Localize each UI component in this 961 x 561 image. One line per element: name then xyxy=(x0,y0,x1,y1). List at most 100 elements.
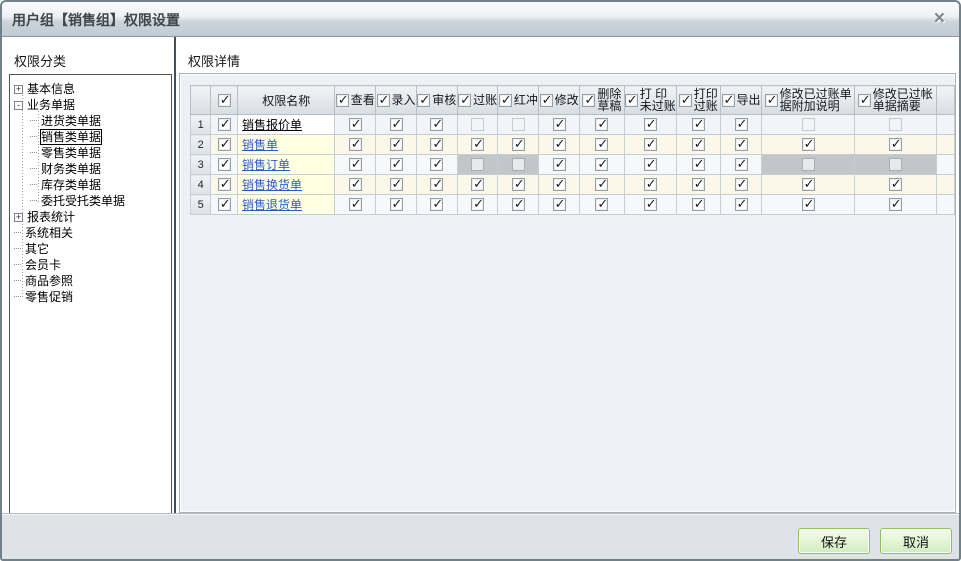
tree-item-business-docs[interactable]: - 业务单据 xyxy=(14,97,75,113)
checkbox-modify-posted-note[interactable] xyxy=(801,136,815,152)
tree-item-label[interactable]: 委托受托类单据 xyxy=(41,194,125,208)
tree-item-label[interactable]: 基本信息 xyxy=(27,82,75,96)
checkbox-delete-draft[interactable] xyxy=(595,116,609,132)
col-checkbox-delete-draft[interactable] xyxy=(582,92,596,108)
checkbox-post[interactable] xyxy=(471,176,485,192)
table-row[interactable]: 5 销售退货单 xyxy=(189,194,956,215)
checkbox-post[interactable] xyxy=(471,117,485,131)
col-checkbox-entry[interactable] xyxy=(376,92,390,108)
checkbox-audit[interactable] xyxy=(430,136,444,152)
tree-item-label[interactable]: 报表统计 xyxy=(27,210,75,224)
tree-item-label[interactable]: 业务单据 xyxy=(27,98,75,112)
checkbox-print-unposted[interactable] xyxy=(643,196,657,212)
row-select-checkbox[interactable] xyxy=(217,136,231,152)
tree-item-label[interactable]: 零售类单据 xyxy=(41,146,101,160)
close-icon[interactable]: × xyxy=(934,6,945,32)
tree-item-label[interactable]: 系统相关 xyxy=(25,226,73,240)
checkbox-print-unposted[interactable] xyxy=(643,116,657,132)
checkbox-export[interactable] xyxy=(734,136,748,152)
checkbox-modify-posted-summary[interactable] xyxy=(888,176,902,192)
checkbox-export[interactable] xyxy=(734,176,748,192)
checkbox-view[interactable] xyxy=(348,176,362,192)
tree-item-label[interactable]: 其它 xyxy=(25,242,49,256)
col-checkbox-reverse[interactable] xyxy=(498,92,512,108)
checkbox-print-unposted[interactable] xyxy=(643,136,657,152)
checkbox-view[interactable] xyxy=(348,136,362,152)
tree-item-label[interactable]: 财务类单据 xyxy=(41,162,101,176)
checkbox-export[interactable] xyxy=(734,116,748,132)
expand-plus-icon[interactable]: + xyxy=(14,84,23,94)
expand-plus-icon[interactable]: + xyxy=(14,212,23,222)
tree-item-label[interactable]: 商品参照 xyxy=(25,274,73,288)
col-checkbox-view[interactable] xyxy=(335,92,349,108)
tree-item-system-related[interactable]: 系统相关 xyxy=(14,225,73,241)
tree-item-label[interactable]: 库存类单据 xyxy=(41,178,101,192)
tree-item-sales-docs[interactable]: 销售类单据 xyxy=(30,129,103,145)
checkbox-print-unposted[interactable] xyxy=(643,156,657,172)
col-checkbox-modify-posted-note[interactable] xyxy=(764,92,778,108)
checkbox-reverse[interactable] xyxy=(511,196,525,212)
permission-name-link[interactable]: 销售退货单 xyxy=(242,198,302,212)
select-all-checkbox[interactable] xyxy=(217,92,231,108)
col-checkbox-export[interactable] xyxy=(721,92,735,108)
checkbox-view[interactable] xyxy=(348,156,362,172)
checkbox-modify-posted-note[interactable] xyxy=(801,157,815,171)
permission-name-link[interactable]: 销售订单 xyxy=(242,158,290,172)
checkbox-delete-draft[interactable] xyxy=(595,156,609,172)
checkbox-delete-draft[interactable] xyxy=(595,136,609,152)
row-select-checkbox[interactable] xyxy=(217,176,231,192)
checkbox-modify-posted-summary[interactable] xyxy=(888,136,902,152)
col-checkbox-modify[interactable] xyxy=(539,92,553,108)
table-row[interactable]: 1 销售报价单 xyxy=(189,114,956,135)
col-checkbox-print-unposted[interactable] xyxy=(625,92,638,108)
tree-item-label[interactable]: 会员卡 xyxy=(25,258,61,272)
checkbox-modify-posted-note[interactable] xyxy=(801,117,815,131)
cancel-button[interactable]: 取消 xyxy=(880,528,952,554)
tree-item-label[interactable]: 零售促销 xyxy=(25,290,73,304)
checkbox-entry[interactable] xyxy=(389,176,403,192)
checkbox-modify-posted-note[interactable] xyxy=(801,196,815,212)
save-button[interactable]: 保存 xyxy=(798,528,870,554)
checkbox-modify[interactable] xyxy=(552,116,566,132)
row-select-checkbox[interactable] xyxy=(217,116,231,132)
checkbox-entry[interactable] xyxy=(389,136,403,152)
checkbox-modify[interactable] xyxy=(552,136,566,152)
collapse-minus-icon[interactable]: - xyxy=(14,100,23,110)
checkbox-modify-posted-summary[interactable] xyxy=(888,117,902,131)
checkbox-post[interactable] xyxy=(471,136,485,152)
checkbox-print-posted[interactable] xyxy=(691,116,705,132)
checkbox-print-unposted[interactable] xyxy=(643,176,657,192)
row-select-checkbox[interactable] xyxy=(217,196,231,212)
checkbox-post[interactable] xyxy=(471,157,485,171)
checkbox-post[interactable] xyxy=(471,196,485,212)
tree-item-other[interactable]: 其它 xyxy=(14,241,49,257)
checkbox-reverse[interactable] xyxy=(511,157,525,171)
checkbox-modify-posted-note[interactable] xyxy=(801,176,815,192)
permission-name-link[interactable]: 销售换货单 xyxy=(242,178,302,192)
checkbox-reverse[interactable] xyxy=(511,117,525,131)
table-row[interactable]: 3 销售订单 xyxy=(189,154,956,175)
checkbox-view[interactable] xyxy=(348,116,362,132)
table-row[interactable]: 2 销售单 xyxy=(189,134,956,155)
checkbox-audit[interactable] xyxy=(430,116,444,132)
checkbox-modify-posted-summary[interactable] xyxy=(888,196,902,212)
checkbox-print-posted[interactable] xyxy=(691,156,705,172)
checkbox-modify[interactable] xyxy=(552,156,566,172)
checkbox-delete-draft[interactable] xyxy=(595,196,609,212)
checkbox-print-posted[interactable] xyxy=(691,196,705,212)
checkbox-delete-draft[interactable] xyxy=(595,176,609,192)
checkbox-reverse[interactable] xyxy=(511,176,525,192)
tree-item-consign-docs[interactable]: 委托受托类单据 xyxy=(30,193,125,209)
checkbox-export[interactable] xyxy=(734,156,748,172)
col-checkbox-print-posted[interactable] xyxy=(678,92,692,108)
tree-item-goods-reference[interactable]: 商品参照 xyxy=(14,273,73,289)
checkbox-modify[interactable] xyxy=(552,196,566,212)
tree-item-retail-promotion[interactable]: 零售促销 xyxy=(14,289,73,305)
tree-item-label[interactable]: 销售类单据 xyxy=(39,129,103,145)
checkbox-entry[interactable] xyxy=(389,196,403,212)
col-checkbox-post[interactable] xyxy=(458,92,472,108)
checkbox-view[interactable] xyxy=(348,196,362,212)
permission-name-link[interactable]: 销售报价单 xyxy=(242,118,302,132)
checkbox-modify-posted-summary[interactable] xyxy=(888,157,902,171)
tree-item-finance-docs[interactable]: 财务类单据 xyxy=(30,161,101,177)
